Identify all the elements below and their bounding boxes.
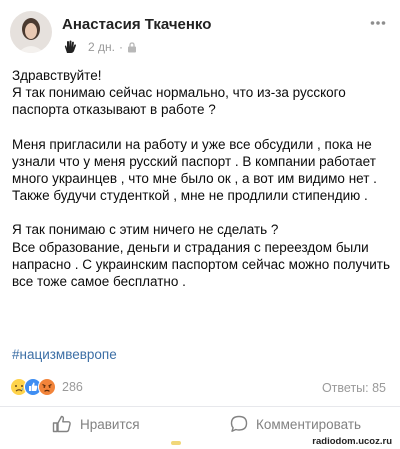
reactions-summary[interactable]: 286: [10, 378, 83, 396]
comments-count[interactable]: Ответы: 85: [322, 381, 386, 395]
post-paragraph: Я так понимаю с этим ничего не сделать ?…: [12, 222, 390, 290]
divider: [0, 406, 400, 407]
avatar[interactable]: [10, 11, 52, 53]
meta-separator: ·: [118, 40, 123, 54]
hashtag-link[interactable]: #нацизмвевропе: [12, 347, 117, 362]
post-time[interactable]: 2 дн.: [88, 40, 115, 54]
reactions-count: 286: [62, 380, 83, 394]
like-button[interactable]: Нравится: [52, 414, 140, 434]
decorative-mark: [171, 441, 181, 445]
post-text: Здравствуйте! Я так понимаю сейчас норма…: [12, 67, 394, 290]
comment-button[interactable]: Комментировать: [230, 414, 361, 434]
post-paragraph: Меня пригласили на работу и уже все обсу…: [12, 136, 377, 204]
lock-icon: [127, 41, 136, 52]
hand-wave-icon: [64, 40, 77, 53]
like-label: Нравится: [80, 416, 140, 432]
post-paragraph: Здравствуйте! Я так понимаю сейчас норма…: [12, 68, 346, 118]
comment-icon: [230, 415, 248, 432]
thumbs-up-icon: [52, 415, 71, 433]
angry-icon: [38, 378, 56, 396]
comment-label: Комментировать: [256, 416, 362, 432]
more-options-icon[interactable]: [370, 20, 386, 26]
watermark: radiodom.ucoz.ru: [312, 436, 392, 447]
post-meta: 2 дн. ·: [62, 40, 137, 54]
author-name[interactable]: Анастасия Ткаченко: [62, 16, 211, 33]
